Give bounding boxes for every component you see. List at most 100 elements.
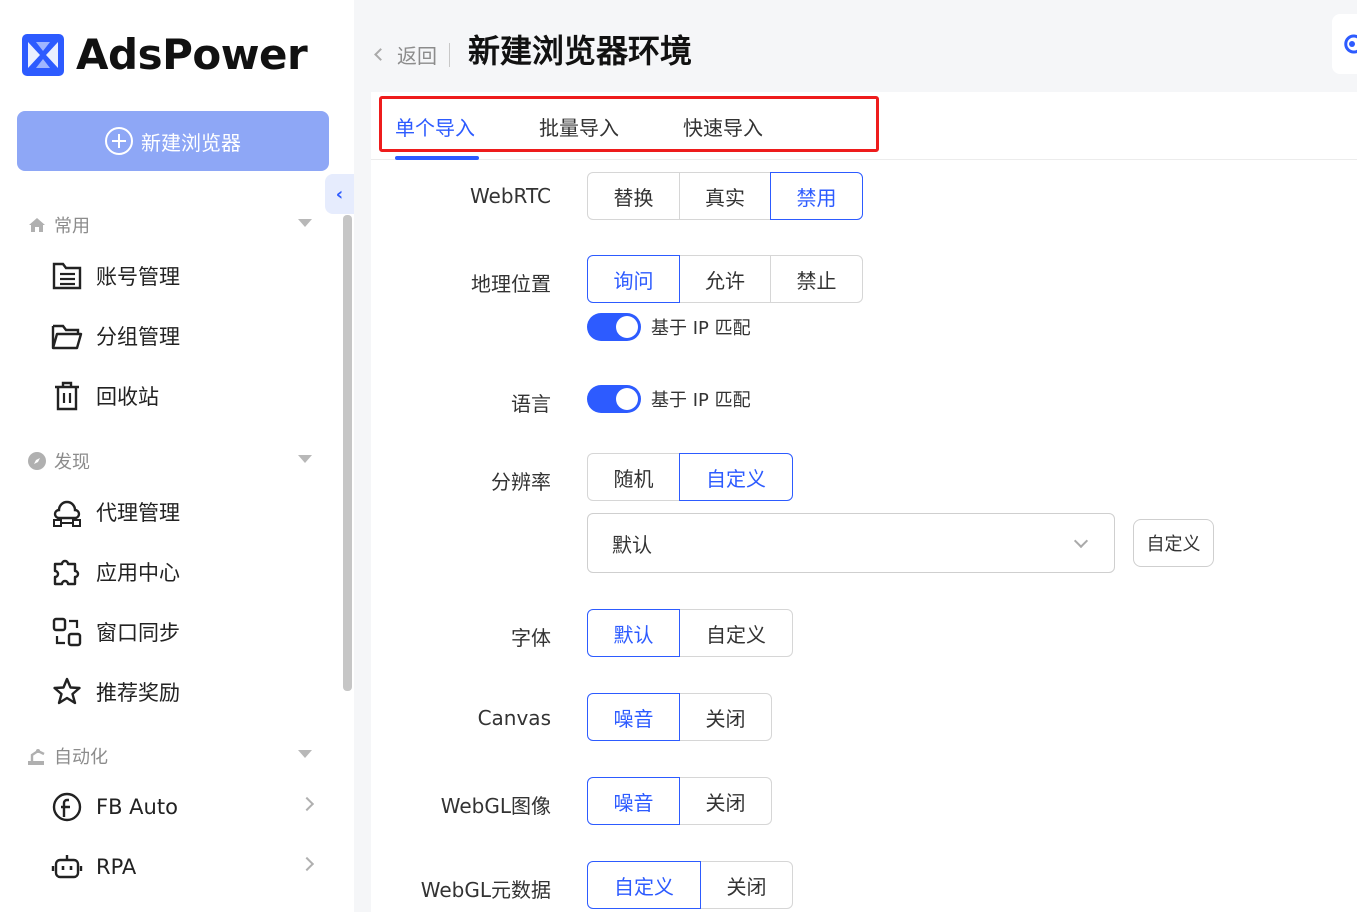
geo-options: 询问 允许 禁止 [587,255,863,303]
sidebar-item-referral[interactable]: 推荐奖励 [50,672,320,712]
webgl-meta-option-custom[interactable]: 自定义 [587,861,701,909]
sidebar-item-groups[interactable]: 分组管理 [50,316,320,356]
resolution-option-custom[interactable]: 自定义 [679,453,793,501]
canvas-options: 噪音 关闭 [587,693,772,741]
geo-ip-toggle-label: 基于 IP 匹配 [651,318,751,339]
page-title: 新建浏览器环境 [468,32,693,70]
robot-icon [50,850,84,884]
sidebar-scrollbar[interactable] [343,215,352,691]
sidebar-item-label: FB Auto [96,795,178,819]
active-tab-indicator [395,156,479,160]
chevron-right-icon [299,856,315,872]
sidebar-item-fb-auto[interactable]: FB Auto [50,787,320,827]
webgl-image-option-noise[interactable]: 噪音 [587,777,680,825]
collapse-sidebar-button[interactable]: ‹ [325,174,354,214]
webgl-image-option-off[interactable]: 关闭 [679,777,772,825]
language-ip-match: 基于 IP 匹配 [587,385,751,413]
facebook-icon [50,790,84,824]
canvas-option-off[interactable]: 关闭 [679,693,772,741]
geo-ip-toggle[interactable] [587,313,641,341]
caret-down-icon [298,455,312,463]
section-label: 常用 [54,216,90,237]
sidebar-item-label: 代理管理 [96,501,180,525]
new-browser-label: 新建浏览器 [141,130,241,155]
logo-text: AdsPower [76,30,308,79]
sidebar-item-rpa[interactable]: RPA [50,847,320,887]
webgl-image-options: 噪音 关闭 [587,777,772,825]
webgl-meta-options: 自定义 关闭 [587,861,793,909]
resolution-select-value: 默认 [612,532,652,557]
webrtc-option-real[interactable]: 真实 [679,172,771,220]
new-browser-button[interactable]: 新建浏览器 [17,111,329,171]
chevron-left-icon: ‹ [335,183,344,205]
chevron-right-icon [299,796,315,812]
plus-circle-icon [105,127,133,155]
support-icon [1344,34,1357,54]
form-panel: 单个导入 批量导入 快速导入 WebRTC 替换 真实 禁用 地理位置 询问 允… [371,92,1357,912]
header-divider [449,42,450,67]
robot-arm-icon [26,745,48,767]
webrtc-label: WebRTC [469,184,551,208]
back-label: 返回 [397,44,437,68]
caret-down-icon [298,750,312,758]
geo-option-block[interactable]: 禁止 [770,255,863,303]
sidebar-item-label: 窗口同步 [96,621,180,645]
language-ip-toggle-label: 基于 IP 匹配 [651,390,751,411]
sidebar-item-label: 应用中心 [96,561,180,585]
font-option-custom[interactable]: 自定义 [679,609,793,657]
webgl-image-label: WebGL图像 [440,794,551,818]
chevron-down-icon [1073,533,1089,549]
account-list-icon [50,259,84,293]
back-button[interactable]: 返回 [374,40,462,69]
resolution-options: 随机 自定义 [587,453,793,501]
font-label: 字体 [511,626,551,650]
webrtc-options: 替换 真实 禁用 [587,172,863,220]
sidebar-item-label: 账号管理 [96,265,180,289]
sidebar-item-label: 分组管理 [96,325,180,349]
proxy-icon [50,495,84,529]
resolution-custom-button[interactable]: 自定义 [1133,519,1214,567]
sidebar-item-label: 推荐奖励 [96,681,180,705]
sidebar-item-label: 回收站 [96,385,159,409]
webgl-meta-label: WebGL元数据 [420,878,551,902]
language-ip-toggle[interactable] [587,385,641,413]
compass-icon [26,450,48,472]
resolution-label: 分辨率 [491,470,551,494]
webgl-meta-option-off[interactable]: 关闭 [700,861,793,909]
puzzle-icon [50,555,84,589]
geo-label: 地理位置 [471,272,551,296]
geo-ip-match: 基于 IP 匹配 [587,313,751,341]
window-sync-icon [50,615,84,649]
language-label: 语言 [511,392,551,416]
page-header: 返回 新建浏览器环境 [354,0,1357,92]
sidebar-item-trash[interactable]: 回收站 [50,376,320,416]
section-discover[interactable]: 发现 [26,448,316,474]
highlight-box [379,96,879,152]
sidebar-item-accounts[interactable]: 账号管理 [50,256,320,296]
resolution-select[interactable]: 默认 [587,513,1115,573]
help-button[interactable] [1332,14,1357,74]
section-automation[interactable]: 自动化 [26,743,316,769]
main-content: 返回 新建浏览器环境 单个导入 批量导入 快速导入 WebRTC 替换 真实 禁… [354,0,1357,912]
section-label: 自动化 [54,747,108,768]
geo-option-allow[interactable]: 允许 [679,255,771,303]
webrtc-option-replace[interactable]: 替换 [587,172,680,220]
sidebar-item-window-sync[interactable]: 窗口同步 [50,612,320,652]
webrtc-option-disable[interactable]: 禁用 [770,172,863,220]
canvas-option-noise[interactable]: 噪音 [587,693,680,741]
sidebar-item-apps[interactable]: 应用中心 [50,552,320,592]
resolution-option-random[interactable]: 随机 [587,453,680,501]
sidebar-item-label: RPA [96,855,137,879]
app-logo[interactable]: AdsPower [22,30,308,79]
adspower-logo-icon [22,33,64,76]
folder-icon [50,319,84,353]
font-option-default[interactable]: 默认 [587,609,680,657]
chevron-left-icon [374,48,387,61]
sidebar-item-proxy[interactable]: 代理管理 [50,492,320,532]
section-common[interactable]: 常用 [26,212,316,238]
section-label: 发现 [54,452,90,473]
canvas-label: Canvas [477,706,551,730]
geo-option-ask[interactable]: 询问 [587,255,680,303]
import-tabs: 单个导入 批量导入 快速导入 [371,92,1357,160]
star-icon [50,675,84,709]
